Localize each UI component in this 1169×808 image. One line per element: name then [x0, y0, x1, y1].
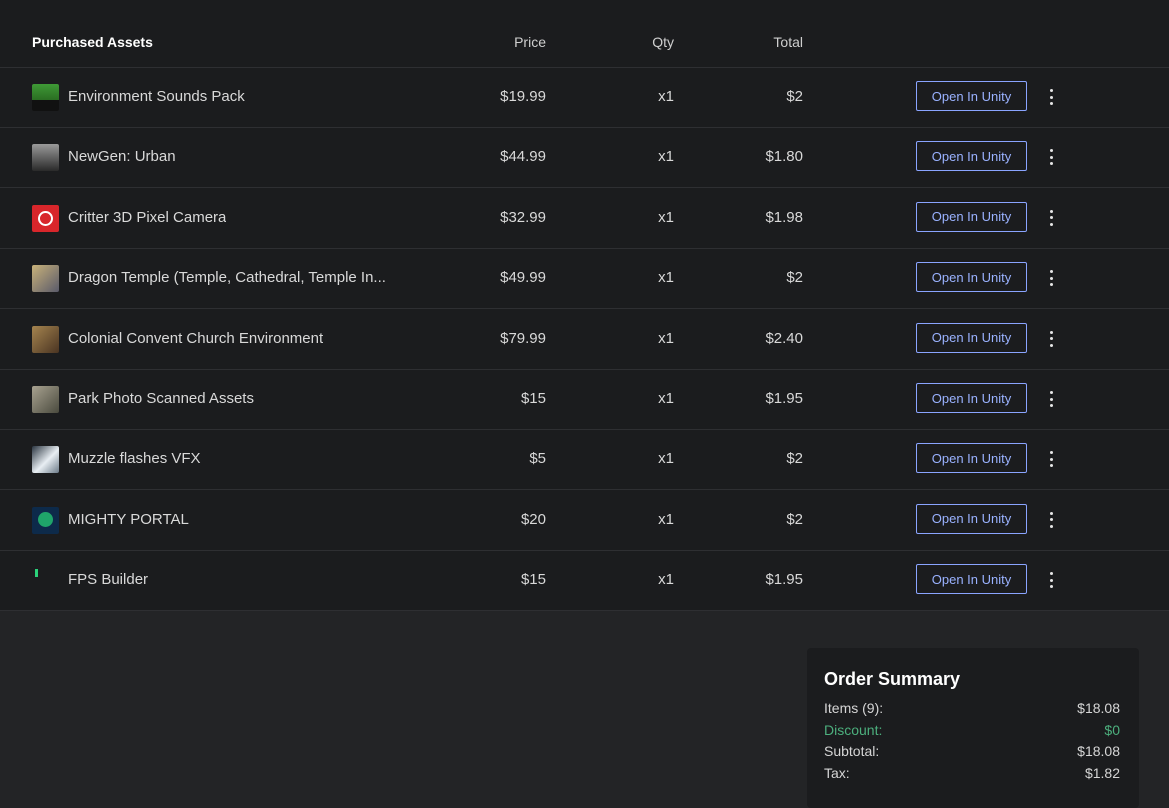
asset-name[interactable]: NewGen: Urban — [68, 148, 176, 165]
open-in-unity-button[interactable]: Open In Unity — [916, 564, 1027, 595]
asset-total: $1.95 — [765, 571, 803, 589]
asset-thumbnail — [32, 325, 59, 353]
asset-price: $49.99 — [500, 269, 546, 287]
table-row[interactable]: FPS Builder $15 x1 $1.95 Open In Unity — [0, 550, 1169, 612]
asset-price: $32.99 — [500, 208, 546, 226]
summary-items-value: $18.08 — [1077, 700, 1120, 716]
asset-total: $2.40 — [765, 329, 803, 347]
open-in-unity-button[interactable]: Open In Unity — [916, 503, 1027, 534]
more-options-icon[interactable] — [1044, 330, 1058, 347]
table-row[interactable]: Critter 3D Pixel Camera $32.99 x1 $1.98 Open… — [0, 188, 1169, 249]
asset-thumbnail — [32, 446, 59, 474]
table-row[interactable]: Park Photo Scanned Assets $15 x1 $1.95 Open … — [0, 369, 1169, 430]
asset-price: $20 — [520, 510, 546, 528]
more-options-icon[interactable] — [1044, 270, 1058, 287]
more-options-icon[interactable] — [1044, 89, 1058, 105]
asset-total: $2 — [786, 510, 803, 528]
summary-discount-label: Discount: — [824, 722, 883, 738]
asset-price: $19.99 — [500, 88, 546, 105]
column-header-name: Purchased Assets — [32, 34, 153, 50]
asset-thumbnail — [32, 567, 59, 595]
asset-price: $44.99 — [500, 148, 546, 166]
summary-tax-value: $1.82 — [1084, 765, 1120, 781]
asset-thumbnail — [32, 506, 59, 534]
asset-total: $2 — [786, 88, 803, 105]
asset-thumbnail — [32, 386, 59, 413]
asset-name[interactable]: Environment Sounds Pack — [68, 88, 245, 105]
asset-name[interactable]: Critter 3D Pixel Camera — [68, 209, 226, 226]
more-options-icon[interactable] — [1044, 451, 1058, 468]
table-row[interactable]: NewGen: Urban $44.99 x1 $1.80 Open In Unity — [0, 127, 1169, 189]
table-row[interactable]: Muzzle flashes VFX $5 x1 $2 Open In Unity — [0, 429, 1169, 491]
asset-name[interactable]: FPS Builder — [68, 571, 148, 588]
table-row[interactable]: MIGHTY PORTAL $20 x1 $2 Open In Unity — [0, 490, 1169, 551]
order-summary: Order Summary Items (9): $18.08 Discount… — [807, 648, 1139, 808]
open-in-unity-button[interactable]: Open In Unity — [916, 322, 1027, 353]
more-options-icon[interactable] — [1044, 391, 1058, 407]
asset-price: $15 — [520, 571, 546, 589]
summary-subtotal-label: Subtotal: — [824, 743, 880, 759]
more-options-icon[interactable] — [1044, 209, 1058, 226]
asset-qty: x1 — [658, 148, 674, 166]
asset-qty: x1 — [658, 88, 674, 105]
open-in-unity-button[interactable]: Open In Unity — [916, 81, 1027, 111]
asset-thumbnail — [32, 265, 59, 293]
asset-name[interactable]: Dragon Temple (Temple, Cathedral, Temple… — [68, 269, 386, 286]
asset-price: $15 — [520, 390, 546, 407]
asset-thumbnail — [32, 204, 59, 232]
summary-items-line: Items (9): $18.08 — [824, 700, 1120, 716]
asset-thumbnail — [32, 84, 59, 111]
asset-total: $1.98 — [765, 208, 803, 226]
column-header-total: Total — [773, 34, 803, 50]
table-row[interactable]: Dragon Temple (Temple, Cathedral, Temple… — [0, 248, 1169, 310]
asset-name[interactable]: MIGHTY PORTAL — [68, 511, 189, 528]
open-in-unity-button[interactable]: Open In Unity — [916, 443, 1027, 474]
summary-items-label: Items (9): — [824, 700, 884, 716]
table-row[interactable]: Colonial Convent Church Environment $79.9… — [0, 309, 1169, 370]
asset-qty: x1 — [658, 571, 674, 589]
open-in-unity-button[interactable]: Open In Unity — [916, 141, 1027, 172]
summary-tax-label: Tax: — [824, 765, 850, 781]
open-in-unity-button[interactable]: Open In Unity — [916, 262, 1027, 293]
asset-total: $1.80 — [765, 148, 803, 166]
asset-total: $2 — [786, 450, 803, 468]
column-header-qty: Qty — [652, 34, 674, 50]
open-in-unity-button[interactable]: Open In Unity — [916, 201, 1027, 232]
table-row[interactable]: Environment Sounds Pack $19.99 x1 $2 Open In… — [0, 67, 1169, 128]
asset-name[interactable]: Muzzle flashes VFX — [68, 450, 201, 467]
asset-qty: x1 — [658, 269, 674, 287]
asset-price: $5 — [529, 450, 546, 468]
asset-qty: x1 — [658, 510, 674, 528]
more-options-icon[interactable] — [1044, 572, 1058, 589]
asset-name[interactable]: Colonial Convent Church Environment — [68, 330, 323, 347]
purchased-assets-table: Purchased Assets Price Qty Total Environ… — [0, 0, 1169, 612]
summary-subtotal-line: Subtotal: $18.08 — [824, 743, 1120, 759]
asset-total: $2 — [786, 269, 803, 287]
asset-qty: x1 — [658, 329, 674, 347]
asset-total: $1.95 — [765, 390, 803, 407]
asset-qty: x1 — [658, 208, 674, 226]
table-header: Purchased Assets Price Qty Total — [0, 0, 1169, 68]
asset-qty: x1 — [658, 390, 674, 407]
more-options-icon[interactable] — [1044, 149, 1058, 166]
order-summary-title: Order Summary — [824, 669, 961, 689]
asset-name[interactable]: Park Photo Scanned Assets — [68, 390, 254, 407]
summary-subtotal-value: $18.08 — [1077, 743, 1120, 759]
more-options-icon[interactable] — [1044, 511, 1058, 528]
summary-discount-value: $0 — [1104, 722, 1120, 738]
open-in-unity-button[interactable]: Open In Unity — [916, 383, 1027, 413]
asset-qty: x1 — [658, 450, 674, 468]
column-header-price: Price — [514, 34, 546, 50]
asset-thumbnail — [32, 144, 59, 172]
summary-tax-line: Tax: $1.82 — [824, 765, 1120, 781]
summary-discount-line: Discount: $0 — [824, 722, 1120, 738]
asset-price: $79.99 — [500, 329, 546, 347]
